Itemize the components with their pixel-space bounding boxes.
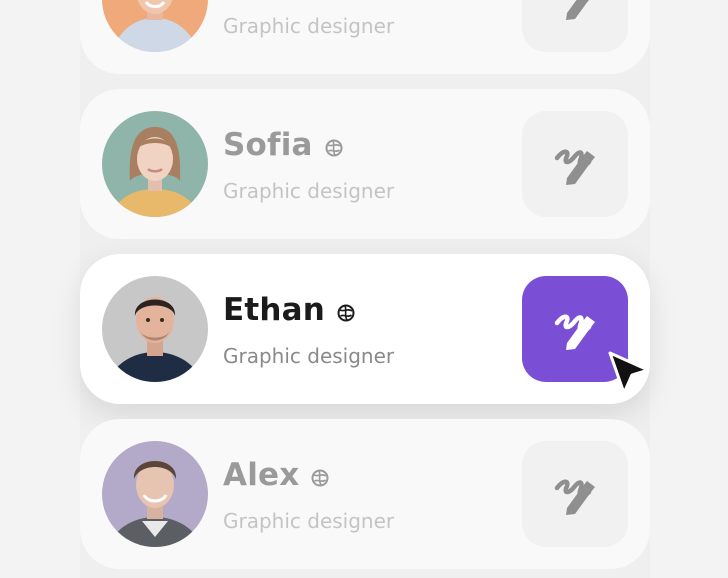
person-name: Alex (223, 457, 300, 493)
verified-globe-icon (311, 469, 329, 487)
list-item-sofia[interactable]: Sofia Graphic designer (80, 89, 650, 239)
person-role: Graphic designer (223, 509, 395, 533)
list-item-person-1[interactable]: Graphic designer (80, 0, 650, 74)
list-item-ethan[interactable]: Ethan Graphic designer (80, 254, 650, 404)
avatar (102, 276, 208, 382)
name-row: Ethan (223, 290, 355, 330)
edit-button[interactable] (522, 111, 628, 217)
name-row: Alex (223, 455, 329, 495)
mouse-pointer-icon (608, 351, 650, 395)
avatar (102, 0, 208, 52)
pencil-edit-icon (566, 0, 589, 20)
edit-button[interactable] (522, 0, 628, 52)
edit-button[interactable] (522, 441, 628, 547)
person-role: Graphic designer (223, 344, 395, 368)
person-name: Sofia (223, 127, 313, 163)
person-role: Graphic designer (223, 14, 395, 38)
pencil-edit-icon (554, 314, 595, 350)
avatar (102, 441, 208, 547)
people-list-screen: Graphic designer Sofia Graphic designer … (0, 0, 728, 578)
pencil-edit-icon (554, 149, 595, 185)
pencil-edit-icon (554, 479, 595, 515)
verified-globe-icon (325, 139, 343, 157)
verified-globe-icon (337, 304, 355, 322)
avatar (102, 111, 208, 217)
person-name: Ethan (223, 292, 326, 328)
name-row: Sofia (223, 125, 343, 165)
person-role: Graphic designer (223, 179, 395, 203)
list-item-alex[interactable]: Alex Graphic designer (80, 419, 650, 569)
